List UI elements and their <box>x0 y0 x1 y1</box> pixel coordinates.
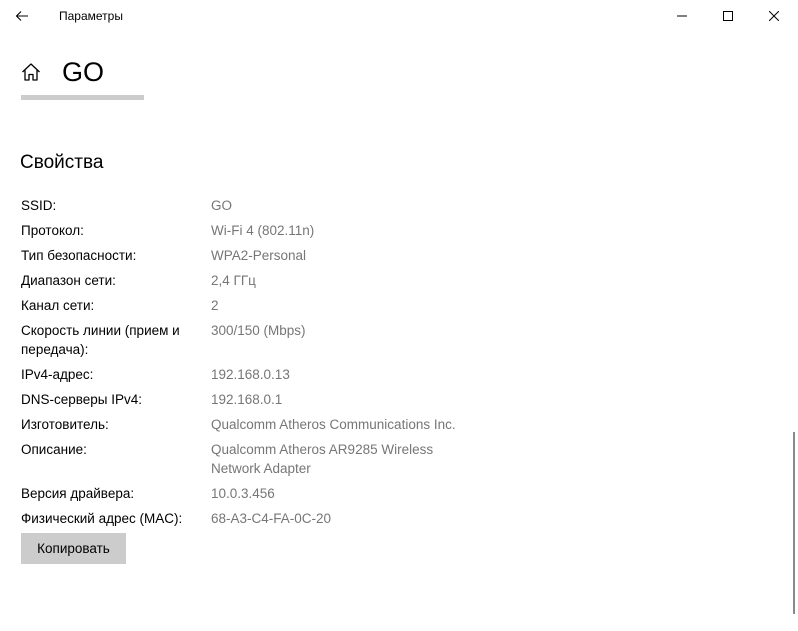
maximize-icon <box>723 11 733 21</box>
property-label-ssid: SSID: <box>21 198 57 213</box>
property-value-ssid: GO <box>211 198 233 213</box>
property-label-link-speed: Скорость линии (прием и передача): <box>21 323 180 357</box>
property-label-description: Описание: <box>21 442 87 457</box>
property-label-security-type: Тип безопасности: <box>21 248 137 263</box>
home-icon[interactable] <box>20 61 42 83</box>
property-value-description: Qualcomm Atheros AR9285 Wireless Network… <box>211 442 434 476</box>
property-value-mac-address: 68-A3-C4-FA-0C-20 <box>211 511 332 526</box>
app-title: Параметры <box>59 9 123 23</box>
property-value-link-speed: 300/150 (Mbps) <box>211 323 306 338</box>
property-value-manufacturer: Qualcomm Atheros Communications Inc. <box>211 417 456 432</box>
close-icon <box>769 11 779 21</box>
section-heading: Свойства <box>20 152 104 173</box>
scrollbar-thumb[interactable] <box>793 432 795 614</box>
property-value-ipv4-dns: 192.168.0.1 <box>211 392 283 407</box>
maximize-button[interactable] <box>705 0 751 32</box>
property-label-network-band: Диапазон сети: <box>21 273 116 288</box>
back-arrow-icon <box>15 11 28 21</box>
property-value-protocol: Wi-Fi 4 (802.11n) <box>211 223 315 238</box>
property-label-protocol: Протокол: <box>21 223 84 238</box>
settings-window: Параметры GO Свойства SSID: GO Протокол:… <box>0 0 798 631</box>
property-value-driver-version: 10.0.3.456 <box>211 486 275 501</box>
property-label-driver-version: Версия драйвера: <box>21 486 135 501</box>
property-label-mac-address: Физический адрес (MAC): <box>21 511 183 526</box>
minimize-button[interactable] <box>659 0 705 32</box>
title-bar: Параметры <box>0 0 798 32</box>
title-underline <box>21 95 144 100</box>
close-button[interactable] <box>751 0 797 32</box>
property-label-ipv4-address: IPv4-адрес: <box>21 367 94 382</box>
property-value-security-type: WPA2-Personal <box>211 248 307 263</box>
copy-button[interactable]: Копировать <box>21 533 126 564</box>
property-value-network-band: 2,4 ГГц <box>211 273 256 288</box>
property-value-ipv4-address: 192.168.0.13 <box>211 367 290 382</box>
property-label-manufacturer: Изготовитель: <box>21 417 109 432</box>
property-value-network-channel: 2 <box>211 298 219 313</box>
minimize-icon <box>677 15 687 17</box>
page-title: GO <box>62 57 105 87</box>
back-button[interactable] <box>0 0 44 32</box>
property-label-network-channel: Канал сети: <box>21 298 95 313</box>
property-label-ipv4-dns: DNS-серверы IPv4: <box>21 392 143 407</box>
